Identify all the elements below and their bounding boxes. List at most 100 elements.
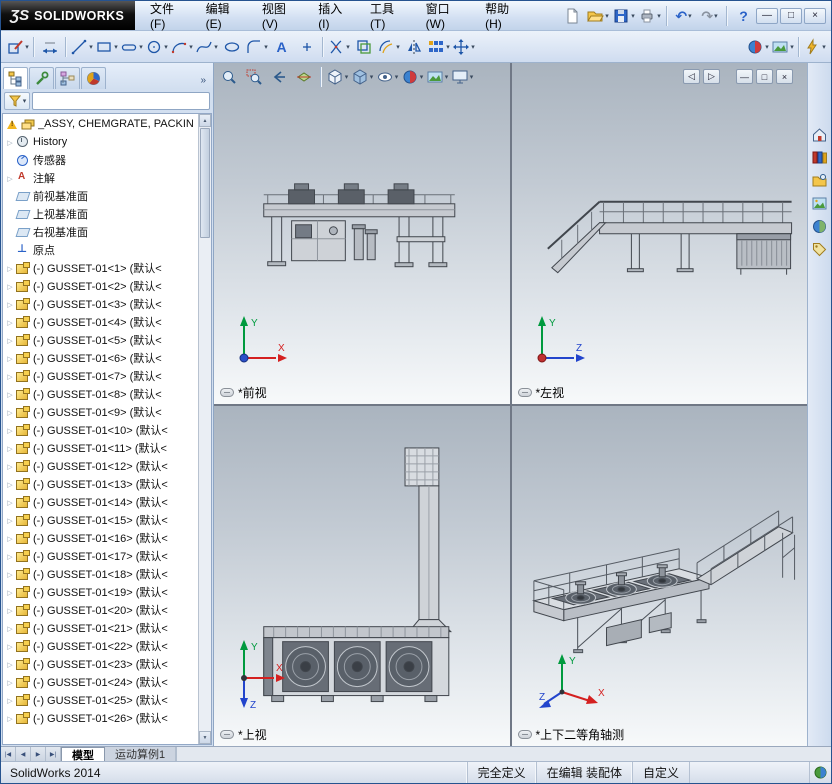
- tree-item[interactable]: (-) GUSSET-01<19> (默认<: [3, 583, 198, 601]
- tree-scrollbar[interactable]: [198, 114, 211, 744]
- tree-item[interactable]: 右视基准面: [3, 223, 198, 241]
- tab-featuremanager[interactable]: [3, 67, 28, 89]
- expand-arrow-icon[interactable]: [5, 280, 15, 292]
- maximize-button[interactable]: □: [780, 7, 802, 24]
- expand-arrow-icon[interactable]: [5, 442, 15, 454]
- tree-item[interactable]: (-) GUSSET-01<1> (默认<: [3, 259, 198, 277]
- filter-input[interactable]: [32, 92, 210, 110]
- save-button[interactable]: [611, 3, 636, 28]
- tree-item[interactable]: (-) GUSSET-01<24> (默认<: [3, 673, 198, 691]
- tree-item[interactable]: 上视基准面: [3, 205, 198, 223]
- ellipse-tool-button[interactable]: [219, 34, 244, 59]
- mirror-entities-button[interactable]: [401, 34, 426, 59]
- tree-item[interactable]: (-) GUSSET-01<10> (默认<: [3, 421, 198, 439]
- tree-item[interactable]: (-) GUSSET-01<20> (默认<: [3, 601, 198, 619]
- scrollbar-thumb[interactable]: [200, 128, 210, 238]
- slot-tool-button[interactable]: [119, 34, 144, 59]
- arc-tool-button[interactable]: [169, 34, 194, 59]
- appearances-scenes-button[interactable]: [810, 216, 830, 236]
- expand-arrow-icon[interactable]: [5, 586, 15, 598]
- sheet-tab[interactable]: 模型: [61, 747, 105, 762]
- tree-item[interactable]: (-) GUSSET-01<15> (默认<: [3, 511, 198, 529]
- tree-item[interactable]: (-) GUSSET-01<16> (默认<: [3, 529, 198, 547]
- tab-configurationmanager[interactable]: [55, 67, 80, 89]
- tree-item[interactable]: (-) GUSSET-01<22> (默认<: [3, 637, 198, 655]
- linear-pattern-button[interactable]: [426, 34, 451, 59]
- expand-arrow-icon[interactable]: [5, 334, 15, 346]
- expand-arrow-icon[interactable]: [5, 424, 15, 436]
- minimize-button[interactable]: —: [756, 7, 778, 24]
- scroll-down-button[interactable]: [199, 731, 211, 744]
- new-document-button[interactable]: [559, 3, 584, 28]
- file-explorer-button[interactable]: [810, 170, 830, 190]
- menu-item[interactable]: 插入(I): [309, 1, 361, 31]
- menu-item[interactable]: 工具(T): [361, 1, 417, 31]
- expand-arrow-icon[interactable]: [5, 532, 15, 544]
- expand-arrow-icon[interactable]: [5, 262, 15, 274]
- customize-button[interactable]: [802, 34, 827, 59]
- sheet-tab[interactable]: 运动算例1: [105, 747, 177, 761]
- sketch-button[interactable]: [5, 34, 30, 59]
- expand-arrow-icon[interactable]: [5, 568, 15, 580]
- tree-item[interactable]: 原点: [3, 241, 198, 259]
- tree-item[interactable]: (-) GUSSET-01<7> (默认<: [3, 367, 198, 385]
- viewport-isometric-view[interactable]: Y X Z *上下二等角轴测: [511, 405, 807, 746]
- expand-arrow-icon[interactable]: [5, 496, 15, 508]
- menu-item[interactable]: 文件(F): [141, 1, 197, 31]
- tree-item[interactable]: 注解: [3, 169, 198, 187]
- sketch-text-button[interactable]: A: [269, 34, 294, 59]
- status-sphere-icon[interactable]: [809, 762, 831, 783]
- doc-close-button[interactable]: ×: [776, 69, 793, 84]
- smart-dimension-button[interactable]: [37, 34, 62, 59]
- expand-arrow-icon[interactable]: [5, 352, 15, 364]
- tree-item[interactable]: 前视基准面: [3, 187, 198, 205]
- tree-item[interactable]: (-) GUSSET-01<25> (默认<: [3, 691, 198, 709]
- tree-item[interactable]: (-) GUSSET-01<3> (默认<: [3, 295, 198, 313]
- expand-arrow-icon[interactable]: [5, 658, 15, 670]
- edit-appearance-button[interactable]: [745, 34, 770, 59]
- rectangle-tool-button[interactable]: [94, 34, 119, 59]
- menu-item[interactable]: 窗口(W): [417, 1, 476, 31]
- tree-item[interactable]: (-) GUSSET-01<5> (默认<: [3, 331, 198, 349]
- hide-show-items-button[interactable]: [375, 66, 399, 88]
- resources-home-button[interactable]: [810, 124, 830, 144]
- view-settings-button[interactable]: [450, 66, 474, 88]
- section-view-button[interactable]: [292, 66, 316, 88]
- close-button[interactable]: ×: [804, 7, 826, 24]
- edit-appearance-view-button[interactable]: [400, 66, 424, 88]
- expand-arrow-icon[interactable]: [5, 604, 15, 616]
- doc-minimize-button[interactable]: —: [736, 69, 753, 84]
- display-style-button[interactable]: [350, 66, 374, 88]
- offset-entities-button[interactable]: [376, 34, 401, 59]
- circle-tool-button[interactable]: [144, 34, 169, 59]
- tab-nav-button[interactable]: |◀: [1, 747, 16, 761]
- expand-arrow-icon[interactable]: [5, 370, 15, 382]
- viewport-front-view[interactable]: Y X *前视: [214, 63, 510, 404]
- expand-arrow-icon[interactable]: [5, 388, 15, 400]
- expand-arrow-icon[interactable]: [5, 136, 15, 148]
- tree-item[interactable]: (-) GUSSET-01<18> (默认<: [3, 565, 198, 583]
- menu-item[interactable]: 帮助(H): [476, 1, 533, 31]
- menu-item[interactable]: 编辑(E): [197, 1, 253, 31]
- view-orientation-button[interactable]: [325, 66, 349, 88]
- tree-item[interactable]: (-) GUSSET-01<11> (默认<: [3, 439, 198, 457]
- move-entities-button[interactable]: [451, 34, 476, 59]
- apply-scene-button[interactable]: [770, 34, 795, 59]
- tree-item[interactable]: (-) GUSSET-01<21> (默认<: [3, 619, 198, 637]
- print-button[interactable]: [637, 3, 662, 28]
- expand-arrow-icon[interactable]: [5, 694, 15, 706]
- tab-propertymanager[interactable]: [29, 67, 54, 89]
- expand-arrow-icon[interactable]: [5, 298, 15, 310]
- tree-item[interactable]: 传感器: [3, 151, 198, 169]
- tree-item[interactable]: (-) GUSSET-01<6> (默认<: [3, 349, 198, 367]
- tree-root-assembly[interactable]: _ASSY, CHEMGRATE, PACKIN: [3, 115, 198, 133]
- expand-arrow-icon[interactable]: [5, 478, 15, 490]
- tree-item[interactable]: History: [3, 133, 198, 151]
- convert-entities-button[interactable]: [351, 34, 376, 59]
- status-custom[interactable]: 自定义: [631, 762, 689, 783]
- tree-item[interactable]: (-) GUSSET-01<12> (默认<: [3, 457, 198, 475]
- tree-item[interactable]: (-) GUSSET-01<2> (默认<: [3, 277, 198, 295]
- pane-next-button[interactable]: ▷: [703, 69, 720, 84]
- viewport-left-view[interactable]: Y Z *左视: [511, 63, 807, 404]
- tab-nav-button[interactable]: ▶|: [46, 747, 61, 761]
